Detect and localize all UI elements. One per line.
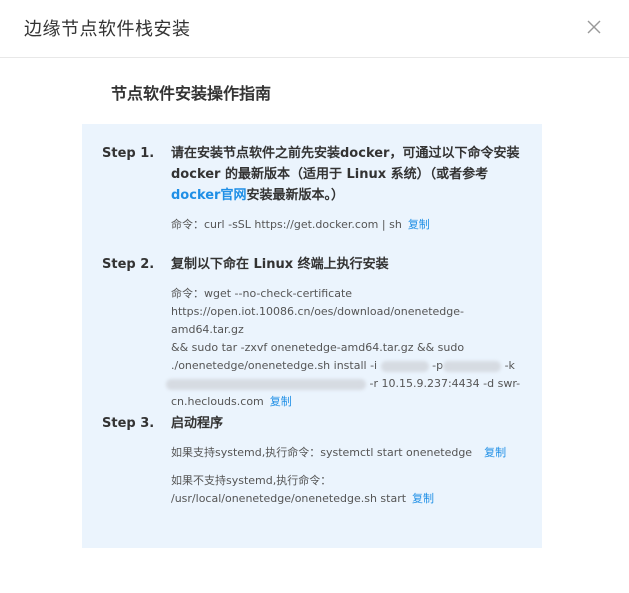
step-1-copy-button[interactable]: 复制 [408, 218, 430, 231]
step-2-install-cmd: ./onenetedge/onenetedge.sh install -i [171, 359, 378, 372]
step-2-flag-p: -p [432, 359, 444, 372]
step-3-nosystemd-text: 如果不支持systemd,执行命令： [171, 474, 332, 487]
step-2-host: cn.heclouds.com [171, 395, 264, 408]
redacted-value [166, 378, 366, 390]
step-2-flag-r: -r 10.15.9.237:4434 -d swr- [369, 377, 521, 390]
step-2-command-line: && sudo tar -zxvf onenetedge-amd64.tar.g… [171, 341, 465, 354]
step-3-title: 启动程序 [171, 416, 224, 431]
close-icon[interactable] [583, 16, 605, 38]
step-3-nosystemd-line: /usr/local/onenetedge/onenetedge.sh star… [171, 490, 531, 508]
step-2-title: 复制以下命在 Linux 终端上执行安装 [171, 257, 389, 272]
guide-title: 节点软件安装操作指南 [111, 84, 272, 103]
step-2-flag-k: -k [504, 359, 515, 372]
step-1-label: Step 1. [102, 146, 155, 161]
step-3-copy-systemd-button[interactable]: 复制 [484, 446, 506, 459]
step-2-copy-button[interactable]: 复制 [270, 395, 292, 408]
step-3-copy-start-button[interactable]: 复制 [412, 492, 434, 505]
step-3-label: Step 3. [102, 416, 155, 431]
step-2-command: 命令：wget --no-check-certificate https://o… [166, 285, 531, 411]
step-3-start-command: /usr/local/onenetedge/onenetedge.sh star… [171, 492, 407, 505]
step-2-label: Step 2. [102, 257, 155, 272]
dialog-title: 边缘节点软件栈安装 [24, 19, 191, 40]
step-1-text-b: 安装最新版本。） [246, 188, 344, 203]
step-2-command-line: ./onenetedge/onenetedge.sh install -i -p… [171, 357, 531, 375]
step-1-command: 命令：curl -sSL https://get.docker.com | sh… [171, 216, 531, 234]
dialog-header: 边缘节点软件栈安装 [0, 0, 629, 58]
step-1-text-a: 请在安装节点软件之前先安装docker，可通过以下命令安装 docker 的最新… [171, 146, 520, 182]
step-3-nosystemd-command: 如果不支持systemd,执行命令： /usr/local/onenetedge… [171, 472, 531, 508]
step-2-command-line: 命令：wget --no-check-certificate [171, 287, 353, 300]
step-1-command-text: 命令：curl -sSL https://get.docker.com | sh [171, 218, 402, 231]
step-2-command-line: -r 10.15.9.237:4434 -d swr- [166, 375, 531, 393]
redacted-value [443, 360, 502, 372]
step-2-command-line: cn.heclouds.com 复制 [171, 393, 531, 411]
step-3-systemd-text: 如果支持systemd,执行命令：systemctl start onenete… [171, 446, 473, 459]
docker-site-link[interactable]: docker官网 [171, 188, 246, 203]
redacted-value [380, 360, 429, 372]
step-1-text: 请在安装节点软件之前先安装docker，可通过以下命令安装 docker 的最新… [171, 143, 526, 206]
step-3-systemd-command: 如果支持systemd,执行命令：systemctl start onenete… [171, 444, 531, 462]
step-2-command-line: https://open.iot.10086.cn/oes/download/o… [171, 305, 465, 336]
